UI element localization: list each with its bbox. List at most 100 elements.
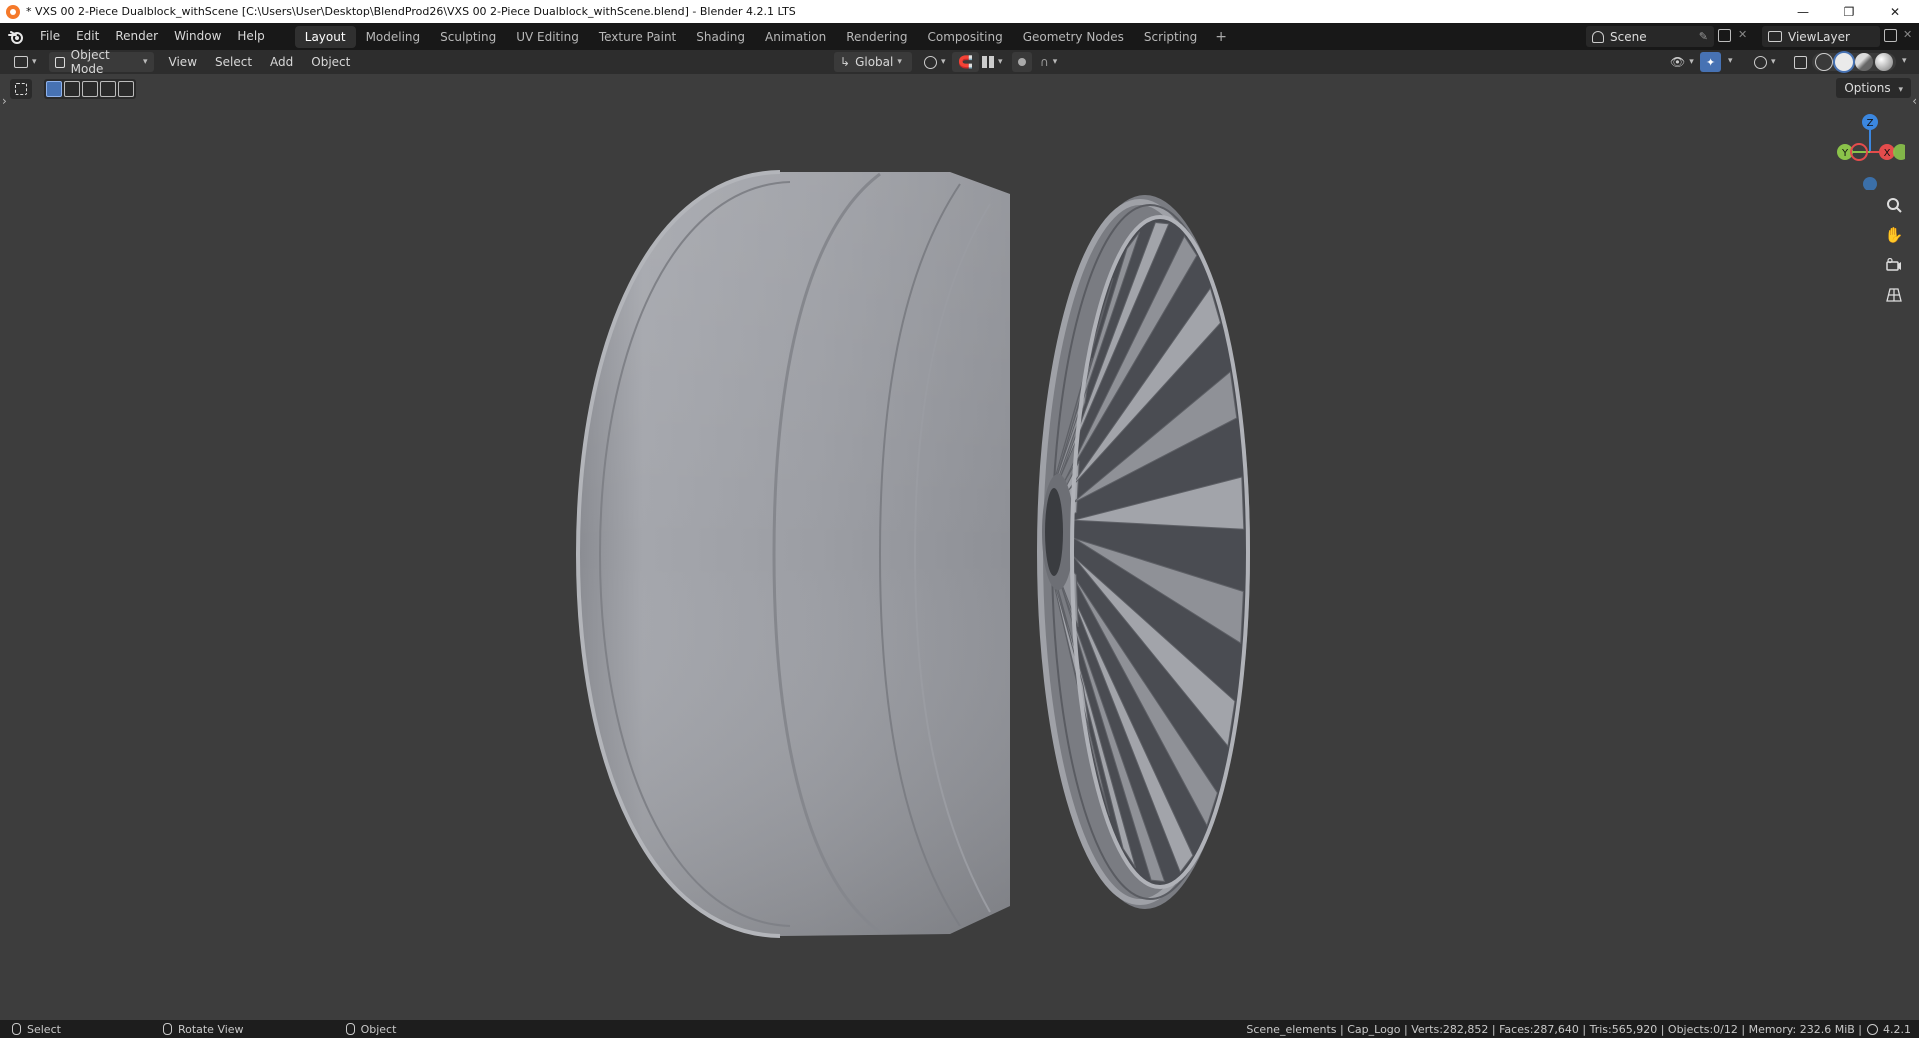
solid-shading-icon[interactable] [1835, 53, 1853, 71]
window-title-bar: * VXS 00 2-Piece Dualblock_withScene [C:… [0, 0, 1919, 23]
minimize-icon[interactable]: — [1780, 0, 1826, 23]
header-menu-add[interactable]: Add [261, 55, 302, 69]
tab-rendering[interactable]: Rendering [836, 26, 917, 48]
scene-icon [1592, 30, 1604, 43]
shading-mode-group [1812, 53, 1896, 71]
tab-texture-paint[interactable]: Texture Paint [589, 26, 686, 48]
window-title: * VXS 00 2-Piece Dualblock_withScene [C:… [26, 5, 796, 18]
menu-file[interactable]: File [32, 23, 68, 50]
header-menu-select[interactable]: Select [206, 55, 261, 69]
toolbar-expand-arrow[interactable]: › [2, 94, 7, 108]
menu-edit[interactable]: Edit [68, 23, 107, 50]
wheel-rim-model[interactable] [0, 74, 1919, 1020]
gizmo-toggle[interactable]: ✦ [1700, 52, 1722, 72]
zoom-icon[interactable] [1881, 192, 1907, 218]
tab-layout[interactable]: Layout [294, 25, 356, 48]
network-icon [1867, 1023, 1878, 1035]
orientation-icon: ↳ [840, 55, 851, 69]
workspace-tabs: Layout Modeling Sculpting UV Editing Tex… [294, 23, 1235, 50]
camera-icon[interactable] [1881, 252, 1907, 278]
shading-options-caret[interactable]: ▾ [1902, 56, 1907, 66]
material-preview-icon[interactable] [1855, 53, 1873, 71]
gizmo-options-caret[interactable]: ▾ [1728, 56, 1733, 66]
top-bar: File Edit Render Window Help Layout Mode… [0, 23, 1919, 50]
scene-name: Scene [1610, 29, 1647, 44]
tab-geometry-nodes[interactable]: Geometry Nodes [1013, 26, 1134, 48]
mouse-left-icon [12, 1023, 21, 1035]
intersect-selection-icon[interactable] [118, 81, 134, 97]
eye-icon: 👁 [1670, 55, 1686, 69]
tab-animation[interactable]: Animation [755, 26, 836, 48]
extend-selection-icon[interactable] [64, 81, 80, 97]
visibility-selectability-button[interactable]: 👁 ▾ [1664, 52, 1700, 72]
sidebar-expand-arrow[interactable]: ‹ [1912, 94, 1917, 108]
new-scene-icon[interactable] [1718, 29, 1731, 42]
close-icon[interactable]: ✕ [1872, 0, 1918, 23]
3d-viewport[interactable]: Options ▾ › ‹ Z Y X ✋ [0, 74, 1919, 1020]
falloff-curve-icon: ∩ [1040, 55, 1049, 69]
view-layer-selector[interactable]: ViewLayer [1762, 26, 1880, 47]
delete-scene-icon[interactable]: ✕ [1738, 28, 1747, 41]
wireframe-shading-icon[interactable] [1815, 53, 1833, 71]
tab-compositing[interactable]: Compositing [917, 26, 1012, 48]
grid-perspective-icon[interactable] [1881, 282, 1907, 308]
blender-logo-icon[interactable] [0, 23, 32, 50]
subtract-selection-icon[interactable] [82, 81, 98, 97]
scene-selector[interactable]: Scene ✎ [1586, 26, 1714, 47]
status-hint-rotate: Rotate View [162, 1022, 244, 1036]
menu-render[interactable]: Render [107, 23, 166, 50]
pin-icon[interactable]: ✎ [1699, 30, 1708, 43]
transform-orientation-dropdown[interactable]: ↳ Global ▾ [834, 52, 912, 72]
delete-view-layer-icon[interactable]: ✕ [1903, 28, 1912, 41]
blender-version: 4.2.1 [1883, 1022, 1911, 1036]
invert-selection-icon[interactable] [100, 81, 116, 97]
header-menu-object[interactable]: Object [302, 55, 359, 69]
status-bar: Select Rotate View Object Scene_elements… [0, 1020, 1919, 1038]
select-tool-button[interactable] [10, 79, 32, 99]
pivot-point-button[interactable]: ▾ [918, 52, 952, 72]
selection-mode-group [44, 79, 136, 99]
rendered-shading-icon[interactable] [1875, 53, 1893, 71]
tab-uv-editing[interactable]: UV Editing [506, 26, 589, 48]
menu-help[interactable]: Help [229, 23, 272, 50]
tab-shading[interactable]: Shading [686, 26, 755, 48]
mode-dropdown[interactable]: Object Mode ▾ [48, 48, 154, 76]
proportional-edit-toggle[interactable] [1012, 52, 1032, 72]
mouse-middle-icon [162, 1023, 172, 1035]
overlays-icon [1754, 55, 1767, 69]
proportional-edit-icon [1018, 58, 1026, 66]
gizmo-icon: ✦ [1706, 55, 1716, 69]
gizmo-z-label: Z [1867, 118, 1874, 129]
tab-modeling[interactable]: Modeling [356, 26, 431, 48]
set-new-selection-icon[interactable] [46, 81, 62, 97]
options-label: Options [1844, 81, 1891, 95]
object-mode-icon [54, 56, 65, 68]
xray-toggle[interactable] [1788, 52, 1813, 72]
overlays-toggle[interactable]: ▾ [1748, 52, 1782, 72]
editor-type-button[interactable]: ▾ [8, 52, 43, 72]
proportional-falloff-button[interactable]: ∩ ▾ [1034, 52, 1063, 72]
header-menu-view[interactable]: View [160, 55, 206, 69]
snap-toggle[interactable]: 🧲 [952, 52, 979, 72]
menu-window[interactable]: Window [166, 23, 229, 50]
pan-hand-icon[interactable]: ✋ [1881, 222, 1907, 248]
gizmo-x-label: X [1884, 148, 1891, 159]
options-dropdown[interactable]: Options ▾ [1836, 78, 1911, 98]
gizmo-neg-z-axis[interactable] [1863, 177, 1877, 190]
snap-grid-icon [982, 56, 994, 68]
snap-target-button[interactable]: ▾ [976, 52, 1009, 72]
orientation-label: Global [855, 55, 894, 69]
navigation-gizmo[interactable]: Z Y X [1835, 110, 1905, 190]
add-workspace-button[interactable]: + [1207, 29, 1235, 45]
status-hint-object: Object [345, 1023, 396, 1036]
blender-app-icon [6, 4, 20, 19]
tab-scripting[interactable]: Scripting [1134, 26, 1207, 48]
tab-sculpting[interactable]: Sculpting [430, 26, 506, 48]
xray-icon [1794, 55, 1807, 69]
status-rotate-label: Rotate View [177, 1022, 244, 1036]
new-view-layer-icon[interactable] [1884, 29, 1897, 42]
restore-icon[interactable]: ❐ [1826, 0, 1872, 23]
cursor-arrow-icon [15, 83, 27, 95]
gizmo-neg-y-axis[interactable] [1893, 144, 1905, 160]
gizmo-y-label: Y [1841, 148, 1849, 159]
